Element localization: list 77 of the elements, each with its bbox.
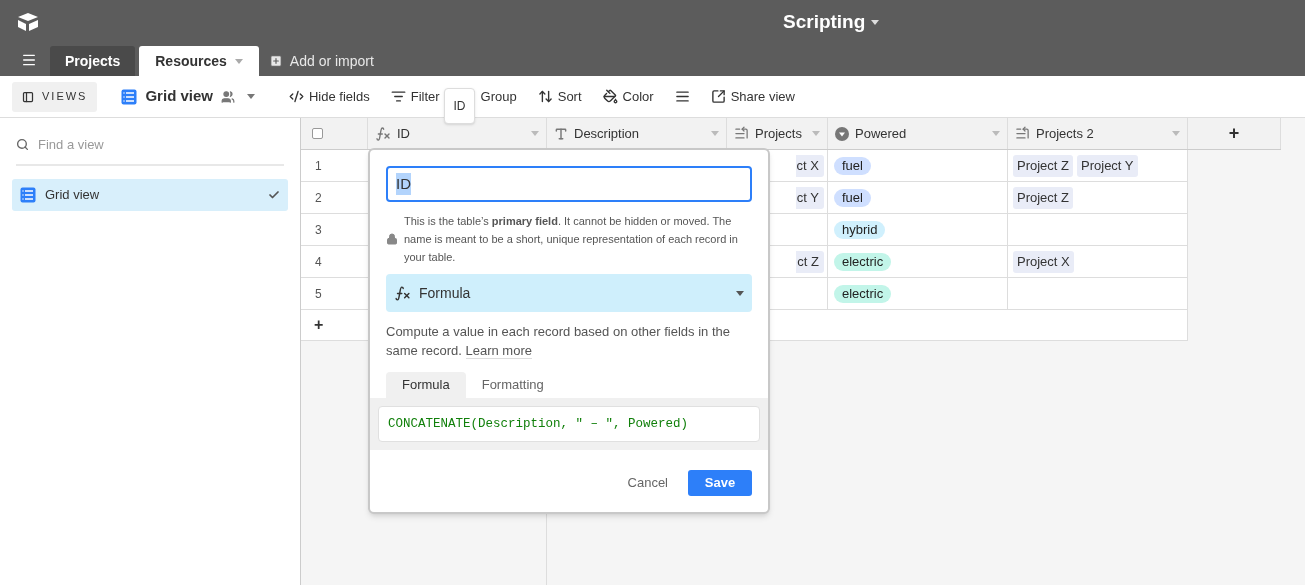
- formula-input[interactable]: CONCATENATE(Description, " – ", Powered): [378, 406, 760, 442]
- caret-icon: [871, 19, 880, 25]
- text-type-icon: [554, 126, 568, 141]
- field-name-input[interactable]: ID: [386, 166, 752, 202]
- function-icon: [375, 125, 391, 142]
- check-icon: [268, 188, 280, 201]
- record-link-tag[interactable]: Project Z: [1013, 154, 1073, 177]
- add-row-button[interactable]: +: [301, 310, 368, 340]
- caret-icon: [234, 58, 243, 64]
- cancel-button[interactable]: Cancel: [623, 473, 672, 493]
- column-header[interactable]: Powered: [828, 118, 1008, 149]
- option-tag: electric: [834, 284, 892, 303]
- toolbar-button[interactable]: Sort: [537, 86, 582, 107]
- option-tag: fuel: [834, 156, 871, 175]
- record-link-tag[interactable]: Project Y: [1077, 154, 1138, 177]
- view-item[interactable]: Grid view: [12, 178, 288, 211]
- caret-icon: [531, 131, 539, 136]
- select-all-checkbox[interactable]: [312, 128, 323, 139]
- toolbar-button[interactable]: Hide fields: [289, 86, 370, 107]
- table-tab[interactable]: Resources: [139, 46, 259, 76]
- caret-icon: [812, 131, 820, 136]
- editor-tab[interactable]: Formatting: [465, 372, 560, 398]
- menu-icon[interactable]: [21, 52, 37, 68]
- lines-icon: [674, 89, 690, 104]
- record-link-tag[interactable]: Project Z: [1013, 186, 1073, 209]
- table-tab[interactable]: Projects: [50, 46, 136, 76]
- tooltip: ID: [444, 88, 475, 124]
- sort-icon: [537, 89, 553, 104]
- plus-square-icon: [268, 54, 283, 68]
- option-tag: electric: [834, 252, 892, 271]
- caret-icon: [711, 131, 719, 136]
- toolbar-button[interactable]: Color: [602, 86, 654, 107]
- caret-icon: [992, 131, 1000, 136]
- search-icon: [16, 138, 29, 152]
- column-header[interactable]: Projects 2: [1008, 118, 1188, 149]
- caret-icon: [736, 290, 744, 296]
- grid-icon: [20, 186, 36, 203]
- record-link-tag[interactable]: Project X: [1013, 250, 1074, 273]
- save-button[interactable]: Save: [688, 470, 752, 496]
- row-number: 5: [314, 285, 323, 303]
- logo-icon: [16, 12, 40, 32]
- share-icon: [710, 89, 726, 104]
- caret-icon: [1172, 131, 1180, 136]
- base-title[interactable]: Scripting: [783, 7, 866, 37]
- option-tag: hybrid: [834, 220, 886, 239]
- users-icon: [221, 89, 235, 104]
- view-switcher[interactable]: Grid view: [121, 85, 255, 108]
- field-type-description: Compute a value in each record based on other fields in the same record. Learn more: [386, 323, 731, 360]
- record-link-tag[interactable]: ct Z: [796, 250, 824, 273]
- row-number: 2: [314, 189, 323, 207]
- field-type-select[interactable]: Formula: [386, 274, 752, 312]
- row-number: 4: [314, 253, 323, 271]
- row-number: 1: [314, 157, 323, 175]
- paint-bucket-icon: [602, 89, 618, 104]
- list-icon: [1015, 126, 1030, 141]
- list-icon: [734, 126, 749, 141]
- option-tag: fuel: [834, 188, 871, 207]
- toolbar-button[interactable]: Share view: [710, 86, 795, 107]
- code-slash-icon: [289, 89, 304, 104]
- grid-icon: [121, 88, 138, 105]
- function-icon: [394, 284, 411, 302]
- row-number: 3: [314, 221, 323, 239]
- filter-icon: [390, 89, 406, 104]
- dropdown-circle-icon: [835, 126, 849, 141]
- add-column-button[interactable]: +: [1188, 118, 1281, 149]
- primary-field-note: This is the table’s primary field. It cannot be hidden or moved. The name is meant to be a short, unique representation of each record in your table.: [404, 214, 739, 265]
- lock-icon: [386, 233, 398, 245]
- record-link-tag[interactable]: ct Y: [795, 186, 824, 209]
- sidebar-icon: [22, 90, 34, 103]
- views-button[interactable]: VIEWS: [12, 81, 98, 112]
- toolbar-button[interactable]: [674, 89, 690, 104]
- learn-more-link[interactable]: Learn more: [465, 343, 532, 359]
- record-link-tag[interactable]: ct X: [795, 154, 824, 177]
- add-table-button[interactable]: Add or import: [268, 46, 374, 76]
- caret-icon: [247, 94, 255, 99]
- editor-tab[interactable]: Formula: [386, 372, 466, 398]
- toolbar-button[interactable]: Filter: [390, 86, 440, 107]
